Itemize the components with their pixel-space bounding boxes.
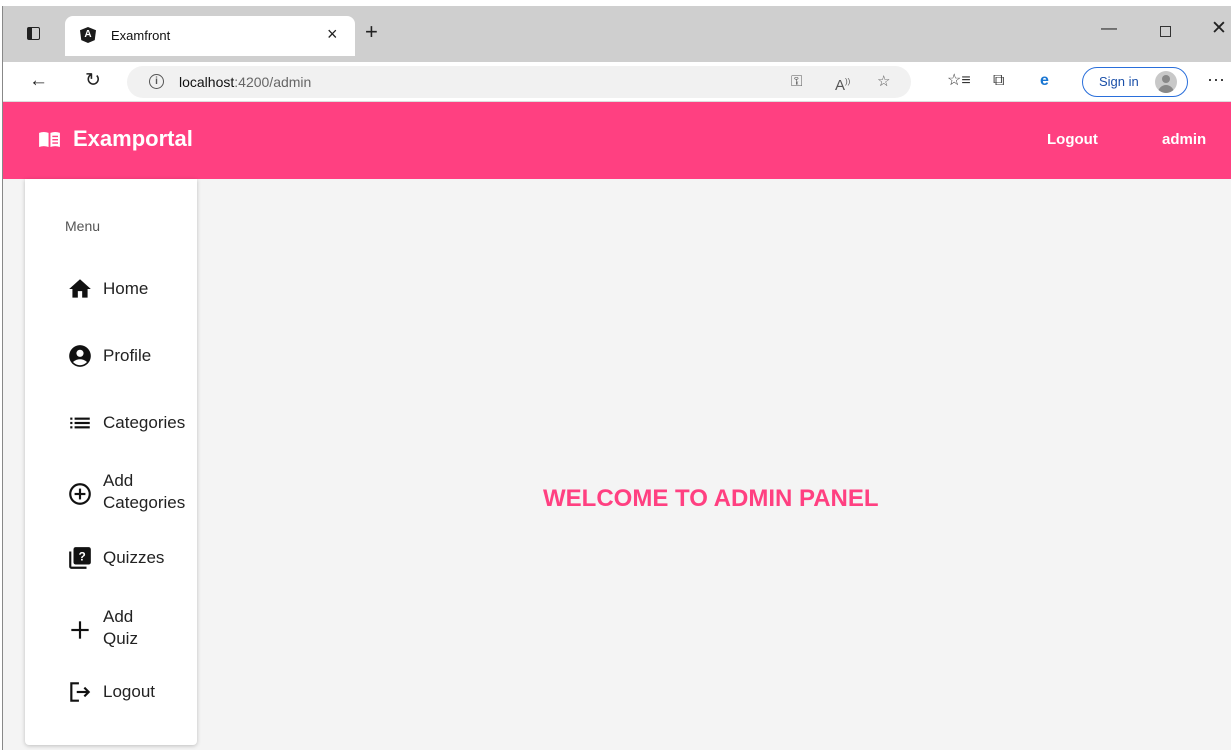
url-host: localhost: [179, 74, 235, 90]
sidebar-item-add-categories[interactable]: Add Categories: [67, 468, 197, 514]
sidebar-item-label: Categories: [103, 413, 186, 432]
new-tab-icon[interactable]: +: [365, 21, 378, 43]
maximize-icon[interactable]: [1160, 26, 1171, 37]
app-toolbar: Examportal Logout admin: [3, 102, 1231, 179]
sidebar-item-label: Profile: [103, 346, 152, 365]
sidebar-item-add-quiz[interactable]: Add Quiz: [67, 604, 197, 650]
favorites-icon[interactable]: ☆≡: [947, 71, 971, 91]
add-circle-icon: [69, 483, 91, 505]
tab-actions-icon[interactable]: [27, 27, 40, 40]
add-icon: [71, 621, 89, 639]
main-content: Menu Home Profile Categories Add Categor…: [3, 179, 1231, 750]
close-window-icon[interactable]: ✕: [1211, 19, 1227, 38]
add-favorite-icon[interactable]: ☆: [877, 72, 890, 92]
menu-heading: Menu: [65, 218, 101, 234]
logout-icon: [70, 682, 91, 702]
close-tab-icon[interactable]: ×: [327, 25, 338, 43]
url-path: :4200/admin: [234, 74, 312, 90]
angular-icon: A: [80, 27, 96, 43]
sidebar-item-label: Quizzes: [103, 548, 165, 567]
url-text[interactable]: localhost:4200/admin: [179, 74, 311, 90]
sidebar-item-label: Add Categories: [103, 471, 186, 512]
sidebar-item-categories[interactable]: Categories: [67, 410, 197, 456]
book-icon: [39, 131, 60, 148]
profile-avatar-icon: [1155, 71, 1177, 93]
sidebar: Menu Home Profile Categories Add Categor…: [25, 179, 197, 745]
site-info-icon[interactable]: i: [149, 74, 164, 89]
navigation-bar: ← ↻ i localhost:4200/admin ⚿ A)) ☆ ☆≡ ⧉ …: [3, 62, 1231, 102]
back-icon[interactable]: ←: [29, 70, 48, 92]
sign-in-label: Sign in: [1099, 74, 1139, 89]
svg-text:?: ?: [79, 550, 86, 564]
tab-bar: A Examfront × + — ✕: [3, 6, 1231, 62]
welcome-heading: WELCOME TO ADMIN PANEL: [543, 485, 879, 512]
brand-title[interactable]: Examportal: [73, 126, 193, 152]
sidebar-item-label: Logout: [103, 682, 155, 701]
sidebar-item-home[interactable]: Home: [67, 276, 197, 322]
browser-window: A Examfront × + — ✕ ← ↻ i localhost:4200…: [2, 6, 1231, 750]
logout-button[interactable]: Logout: [1047, 131, 1098, 148]
home-icon: [69, 279, 91, 298]
tab-title: Examfront: [111, 28, 171, 43]
address-bar[interactable]: i localhost:4200/admin ⚿ A)) ☆: [127, 66, 911, 98]
more-options-icon[interactable]: ···: [1207, 69, 1225, 90]
minimize-icon[interactable]: —: [1101, 20, 1117, 38]
sign-in-button[interactable]: Sign in: [1082, 67, 1188, 97]
account-circle-icon: [69, 345, 91, 367]
sidebar-item-profile[interactable]: Profile: [67, 343, 197, 389]
key-icon[interactable]: ⚿: [791, 72, 802, 92]
list-icon: [70, 417, 90, 429]
quiz-icon: ?: [69, 547, 91, 569]
sidebar-item-label: Home: [103, 279, 149, 298]
browser-tab[interactable]: A Examfront ×: [65, 16, 355, 56]
reload-icon[interactable]: ↻: [85, 70, 101, 92]
read-aloud-icon[interactable]: A)): [835, 72, 850, 96]
sidebar-item-quizzes[interactable]: ? Quizzes: [67, 545, 197, 591]
sidebar-item-logout[interactable]: Logout: [67, 679, 197, 725]
sidebar-item-label: Add Quiz: [103, 607, 138, 648]
user-button[interactable]: admin: [1162, 131, 1206, 148]
collections-icon[interactable]: ⧉: [993, 71, 1004, 91]
edge-icon[interactable]: e: [1040, 71, 1049, 91]
